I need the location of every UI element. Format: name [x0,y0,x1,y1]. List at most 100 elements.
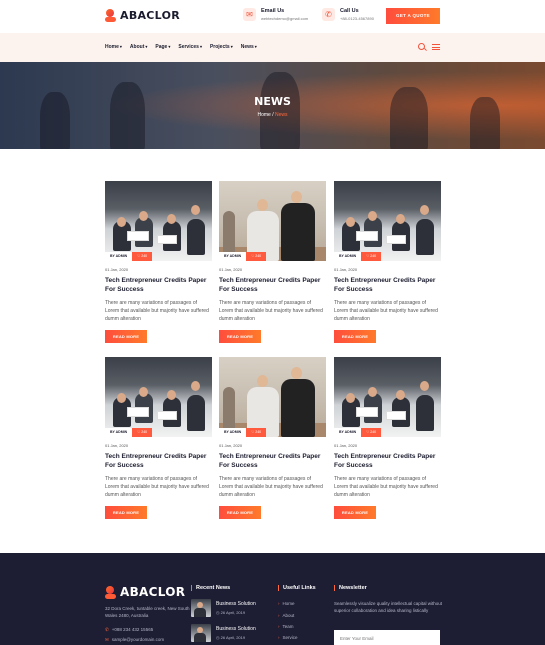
chevron-down-icon: ▾ [230,44,233,49]
news-title[interactable]: Tech Entrepreneur Credits Paper For Succ… [334,453,441,470]
footer-link-service[interactable]: Service [278,635,298,640]
site-logo[interactable]: ABACLOR [105,9,180,22]
chevron-down-icon: ▾ [254,44,257,49]
nav-item-services[interactable]: Services▾ [178,44,202,50]
news-title[interactable]: Tech Entrepreneur Credits Paper For Succ… [334,277,441,294]
email-contact[interactable]: ✉ Email Us webtechdemo@gmail.com [243,8,308,21]
likes-count: 240 [141,430,148,434]
call-label: Call Us [340,8,359,14]
mail-icon: ✉ [243,8,256,21]
recent-news-item[interactable]: Business Solution ◷ 26 April, 2019 [191,624,256,642]
heart-icon: ♡ [366,430,370,434]
recent-news-title: Business Solution [216,601,256,607]
news-date: 01 Jan, 2020 [334,443,358,448]
breadcrumb: Home / News [0,112,545,118]
recent-news-item[interactable]: Business Solution ◷ 26 April, 2019 [191,599,256,617]
call-contact[interactable]: ✆ Call Us +88-0123-4567890 [322,8,374,21]
page-banner: NEWS Home / News [0,62,545,149]
news-card-image[interactable]: BY ADMIN ♡ 240 [105,181,212,261]
newsletter-text: Seamlessly visualize quality intellectua… [334,601,443,613]
newsletter-email-input[interactable] [334,630,440,645]
news-excerpt: There are many variations of passages of… [105,300,209,322]
author-badge: BY ADMIN [105,252,133,261]
news-card-image[interactable]: BY ADMIN ♡ 240 [334,181,441,261]
author-badge: BY ADMIN [219,252,247,261]
useful-links-heading: Useful Links [278,585,316,591]
heart-icon: ♡ [251,254,255,258]
likes-count: 240 [255,254,262,258]
news-title[interactable]: Tech Entrepreneur Credits Paper For Succ… [105,453,212,470]
nav-item-page[interactable]: Page▾ [155,44,170,50]
nav-label: Services [178,44,199,50]
news-excerpt: There are many variations of passages of… [219,476,323,498]
nav-label: Home [105,44,119,50]
footer-logo-text: ABACLOR [120,585,186,599]
news-thumbnail [191,624,211,642]
footer-email[interactable]: ✉ sample@yourdomain.com [105,637,164,643]
news-card: BY ADMIN ♡ 240 01 Jan, 2020 Tech Entreprene… [105,181,212,343]
read-more-button[interactable]: READ MORE [219,330,261,343]
news-card-image[interactable]: BY ADMIN ♡ 240 [334,357,441,437]
read-more-button[interactable]: READ MORE [105,506,147,519]
breadcrumb-home[interactable]: Home [257,112,270,118]
news-card-image[interactable]: BY ADMIN ♡ 240 [105,357,212,437]
nav-item-news[interactable]: News▾ [241,44,257,50]
recent-news-heading: Recent News [191,585,230,591]
likes-count: 240 [255,430,262,434]
news-title[interactable]: Tech Entrepreneur Credits Paper For Succ… [105,277,212,294]
footer-address: 32 Dora Creek, tuntable creek, New South… [105,606,190,618]
likes-badge: ♡ 240 [246,428,267,437]
news-excerpt: There are many variations of passages of… [334,300,438,322]
nav-item-projects[interactable]: Projects▾ [210,44,233,50]
heart-icon: ♡ [251,430,255,434]
likes-badge: ♡ 240 [246,252,267,261]
call-value: +88-0123-4567890 [340,16,374,21]
news-date: 01 Jan, 2020 [219,443,243,448]
news-card-image[interactable]: BY ADMIN ♡ 240 [219,181,326,261]
footer-link-team[interactable]: Team [278,624,294,629]
footer-link-about[interactable]: About [278,613,295,618]
nav-label: Projects [209,44,230,50]
likes-badge: ♡ 240 [132,428,153,437]
phone-icon: ✆ [105,627,109,632]
news-title[interactable]: Tech Entrepreneur Credits Paper For Succ… [219,277,326,294]
logo-mark-icon [105,585,117,599]
get-a-quote-button[interactable]: GET A QUOTE [386,8,440,24]
page: { "header": { "logo_text": "ABACLOR", "e… [0,0,545,645]
footer-link-home[interactable]: Home [278,601,295,606]
news-excerpt: There are many variations of passages of… [105,476,209,498]
read-more-button[interactable]: READ MORE [334,506,376,519]
news-card: BY ADMIN ♡ 240 01 Jan, 2020 Tech Entreprene… [105,357,212,519]
news-card: BY ADMIN ♡ 240 01 Jan, 2020 Tech Entreprene… [334,357,441,519]
author-badge: BY ADMIN [105,428,133,437]
card-meta: BY ADMIN ♡ 240 [334,428,382,437]
news-date: 01 Jan, 2020 [105,443,129,448]
news-card: BY ADMIN ♡ 240 01 Jan, 2020 Tech Entreprene… [334,181,441,343]
read-more-button[interactable]: READ MORE [219,506,261,519]
hamburger-icon[interactable] [432,44,440,52]
page-title: NEWS [254,95,291,108]
news-card-image[interactable]: BY ADMIN ♡ 240 [219,357,326,437]
recent-news-date: ◷ 26 April, 2019 [216,635,256,640]
news-title[interactable]: Tech Entrepreneur Credits Paper For Succ… [219,453,326,470]
read-more-button[interactable]: READ MORE [334,330,376,343]
likes-badge: ♡ 240 [132,252,153,261]
top-bar: ABACLOR ✉ Email Us webtechdemo@gmail.com… [0,0,545,33]
likes-count: 240 [141,254,148,258]
card-meta: BY ADMIN ♡ 240 [219,252,267,261]
card-meta: BY ADMIN ♡ 240 [334,252,382,261]
card-meta: BY ADMIN ♡ 240 [219,428,267,437]
email-label: Email Us [261,8,285,14]
logo-text: ABACLOR [120,9,181,22]
search-icon[interactable] [418,43,425,50]
nav-item-about[interactable]: About▾ [130,44,147,50]
nav-item-home[interactable]: Home▾ [105,44,122,50]
footer: ABACLOR 32 Dora Creek, tuntable creek, N… [0,553,545,645]
footer-phone[interactable]: ✆ +088 234 432 15565 [105,627,153,633]
nav-label: About [129,44,145,50]
chevron-down-icon: ▾ [119,44,122,49]
footer-logo[interactable]: ABACLOR [105,585,185,599]
author-badge: BY ADMIN [334,252,362,261]
read-more-button[interactable]: READ MORE [105,330,147,343]
clock-icon: ◷ [216,610,220,615]
